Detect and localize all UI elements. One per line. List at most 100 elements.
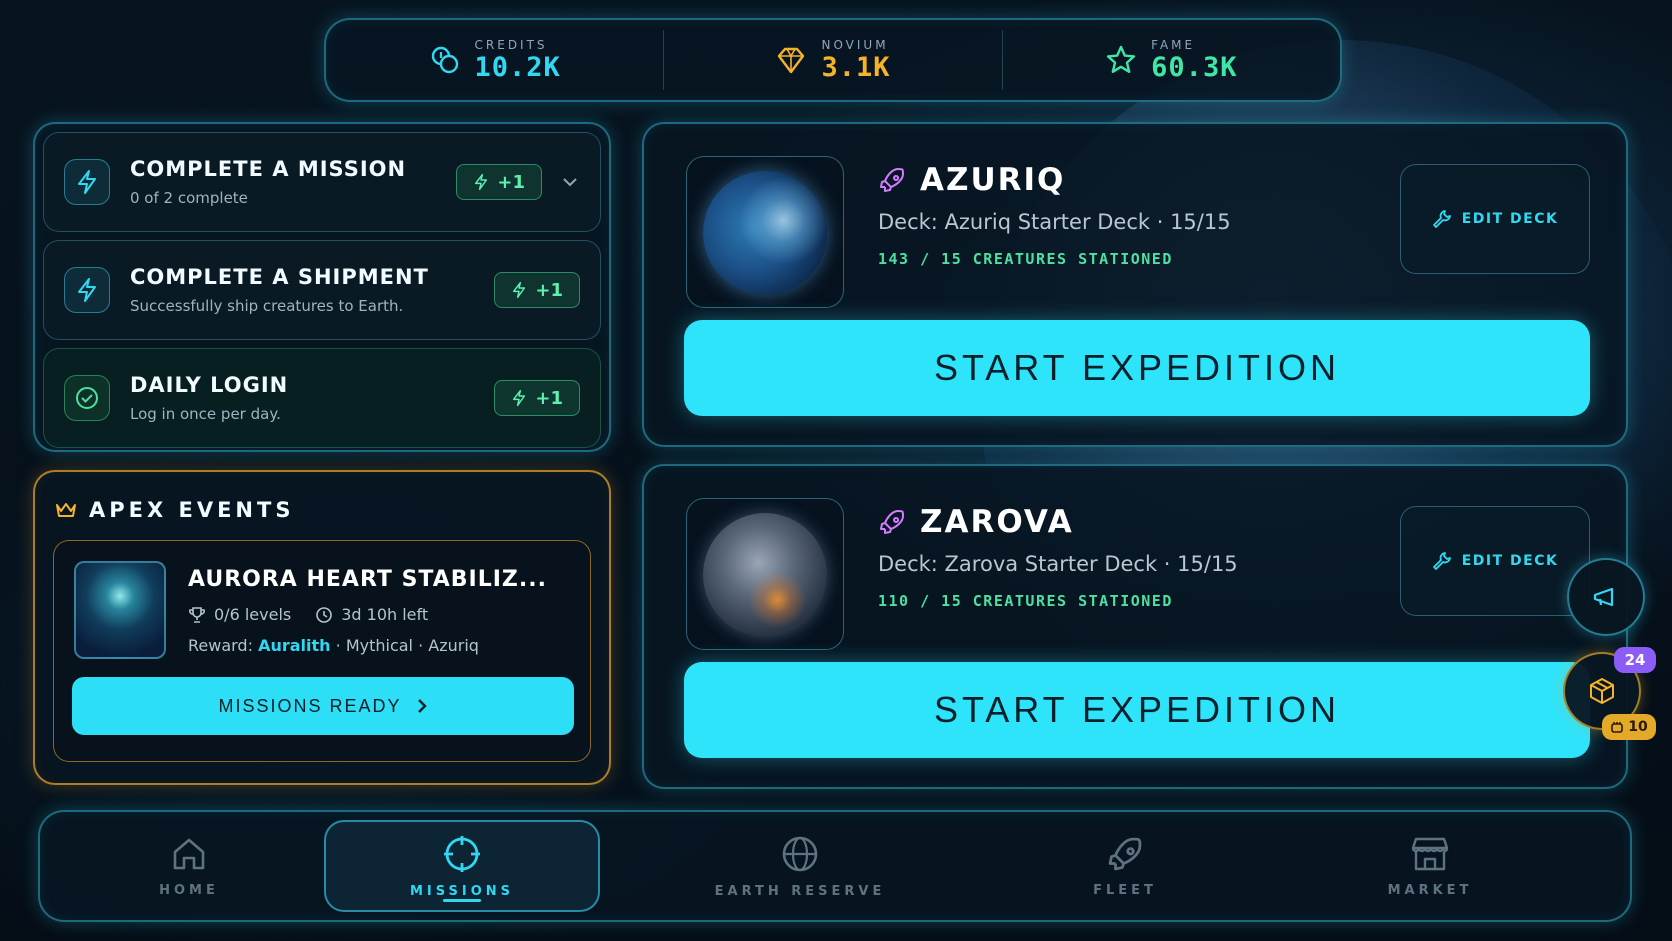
event-reward-suffix: · Mythical · Azuriq: [335, 636, 479, 655]
task-subtitle: Successfully ship creatures to Earth.: [130, 297, 404, 315]
resource-novium: NOVIUM 3.1K: [663, 30, 1001, 90]
nav-label: EARTH RESERVE: [714, 883, 886, 899]
creatures-stationed: 110 / 15 CREATURES STATIONED: [878, 592, 1173, 610]
nav-missions[interactable]: MISSIONS: [324, 820, 600, 912]
loot-count-badge: 24: [1614, 647, 1656, 673]
task-complete-mission[interactable]: COMPLETE A MISSION 0 of 2 complete +1: [43, 132, 601, 232]
start-expedition-button[interactable]: START EXPEDITION: [684, 662, 1590, 758]
expedition-card-azuriq: AZURIQ Deck: Azuriq Starter Deck · 15/15…: [642, 122, 1628, 447]
task-reward-value: +1: [497, 171, 525, 193]
resource-credits: CREDITS 10.2K: [326, 30, 663, 90]
nav-home[interactable]: HOME: [54, 820, 324, 912]
diamond-icon: [778, 47, 805, 74]
resource-value: 10.2K: [474, 51, 561, 83]
trophy-icon: [189, 606, 205, 623]
creatures-stationed: 143 / 15 CREATURES STATIONED: [878, 250, 1173, 268]
task-icon-wrap: [64, 375, 110, 421]
lightning-icon: [513, 281, 526, 299]
edit-deck-label: EDIT DECK: [1461, 211, 1559, 227]
task-title: DAILY LOGIN: [130, 373, 289, 397]
wrench-icon: [1432, 552, 1451, 570]
expedition-name: AZURIQ: [878, 162, 1065, 198]
missions-ready-label: MISSIONS READY: [218, 695, 402, 716]
chevron-right-icon: [417, 699, 427, 713]
planet-image: [686, 156, 844, 308]
lightning-icon: [78, 170, 96, 194]
resource-value: 3.1K: [821, 51, 891, 83]
star-icon: [1106, 45, 1136, 73]
deck-info: Deck: Azuriq Starter Deck · 15/15: [878, 210, 1231, 234]
apex-title: APEX EVENTS: [89, 498, 295, 522]
resource-value: 60.3K: [1151, 51, 1238, 83]
edit-deck-label: EDIT DECK: [1461, 553, 1559, 569]
planet-name: AZURIQ: [920, 162, 1066, 198]
task-title: COMPLETE A SHIPMENT: [130, 265, 429, 289]
apex-event-card[interactable]: AURORA HEART STABILIZ... 0/6 levels 3d 1…: [53, 540, 591, 762]
apex-header: APEX EVENTS: [55, 498, 294, 522]
lightning-icon: [78, 278, 96, 302]
crosshair-icon: [444, 835, 480, 872]
task-reward-value: +1: [535, 279, 563, 301]
event-name: AURORA HEART STABILIZ...: [188, 567, 547, 592]
edit-deck-button[interactable]: EDIT DECK: [1400, 164, 1590, 274]
resource-label: FAME: [1151, 37, 1196, 52]
planet-image: [686, 498, 844, 650]
start-expedition-button[interactable]: START EXPEDITION: [684, 320, 1590, 416]
rocket-icon: [1108, 837, 1142, 870]
nav-earth-reserve[interactable]: EARTH RESERVE: [600, 820, 1000, 912]
lightning-icon: [475, 173, 488, 191]
task-complete-shipment[interactable]: COMPLETE A SHIPMENT Successfully ship cr…: [43, 240, 601, 340]
chevron-down-icon[interactable]: [560, 172, 580, 192]
bottom-nav: HOME MISSIONS EARTH RESERVE FLEET MARKET: [38, 810, 1632, 922]
event-meta: 0/6 levels 3d 10h left: [188, 605, 428, 624]
task-reward-badge: +1: [494, 380, 580, 416]
resource-bar: CREDITS 10.2K NOVIUM 3.1K FAME 60.3K: [324, 18, 1342, 102]
task-reward-badge: +1: [494, 272, 580, 308]
task-daily-login[interactable]: DAILY LOGIN Log in once per day. +1: [43, 348, 601, 448]
nav-market[interactable]: MARKET: [1250, 820, 1610, 912]
event-reward-name: Auralith: [258, 636, 331, 655]
event-thumbnail: [74, 561, 166, 659]
store-icon: [1411, 837, 1449, 870]
expedition-name: ZAROVA: [878, 504, 1074, 540]
box-icon: [1590, 678, 1614, 704]
event-reward: Reward: Auralith · Mythical · Azuriq: [188, 636, 479, 655]
event-levels: 0/6 levels: [214, 605, 292, 624]
apex-events-panel: APEX EVENTS AURORA HEART STABILIZ... 0/6…: [33, 470, 611, 785]
task-icon-wrap: [64, 267, 110, 313]
wrench-icon: [1432, 210, 1451, 228]
active-indicator: [443, 899, 481, 902]
event-time-left: 3d 10h left: [341, 605, 429, 624]
home-icon: [173, 838, 205, 869]
lightning-icon: [513, 389, 526, 407]
fist-icon: [1611, 722, 1624, 733]
task-subtitle: Log in once per day.: [130, 405, 281, 423]
resource-label: CREDITS: [474, 37, 548, 52]
resource-label: NOVIUM: [821, 37, 889, 52]
crown-icon: [56, 503, 76, 517]
check-circle-icon: [76, 387, 98, 409]
key-count-badge: 10: [1602, 714, 1656, 740]
rocket-icon: [880, 168, 904, 192]
announcement-button[interactable]: [1567, 558, 1645, 636]
daily-tasks-panel: COMPLETE A MISSION 0 of 2 complete +1 CO…: [33, 122, 611, 452]
task-icon-wrap: [64, 159, 110, 205]
nav-label: FLEET: [1093, 882, 1157, 898]
nav-label: HOME: [159, 882, 219, 898]
key-count-value: 10: [1628, 719, 1648, 735]
planet-name: ZAROVA: [920, 504, 1074, 540]
globe-icon: [782, 836, 818, 871]
rocket-icon: [880, 510, 904, 534]
task-title: COMPLETE A MISSION: [130, 157, 407, 181]
edit-deck-button[interactable]: EDIT DECK: [1400, 506, 1590, 616]
task-reward-badge: +1: [456, 164, 542, 200]
expedition-card-zarova: ZAROVA Deck: Zarova Starter Deck · 15/15…: [642, 464, 1628, 789]
nav-fleet[interactable]: FLEET: [1000, 820, 1250, 912]
missions-ready-button[interactable]: MISSIONS READY: [72, 677, 574, 735]
task-subtitle: 0 of 2 complete: [130, 189, 248, 207]
task-reward-value: +1: [535, 387, 563, 409]
nav-label: MISSIONS: [409, 883, 515, 899]
deck-info: Deck: Zarova Starter Deck · 15/15: [878, 552, 1238, 576]
nav-label: MARKET: [1387, 882, 1473, 898]
coins-icon: [431, 46, 458, 74]
